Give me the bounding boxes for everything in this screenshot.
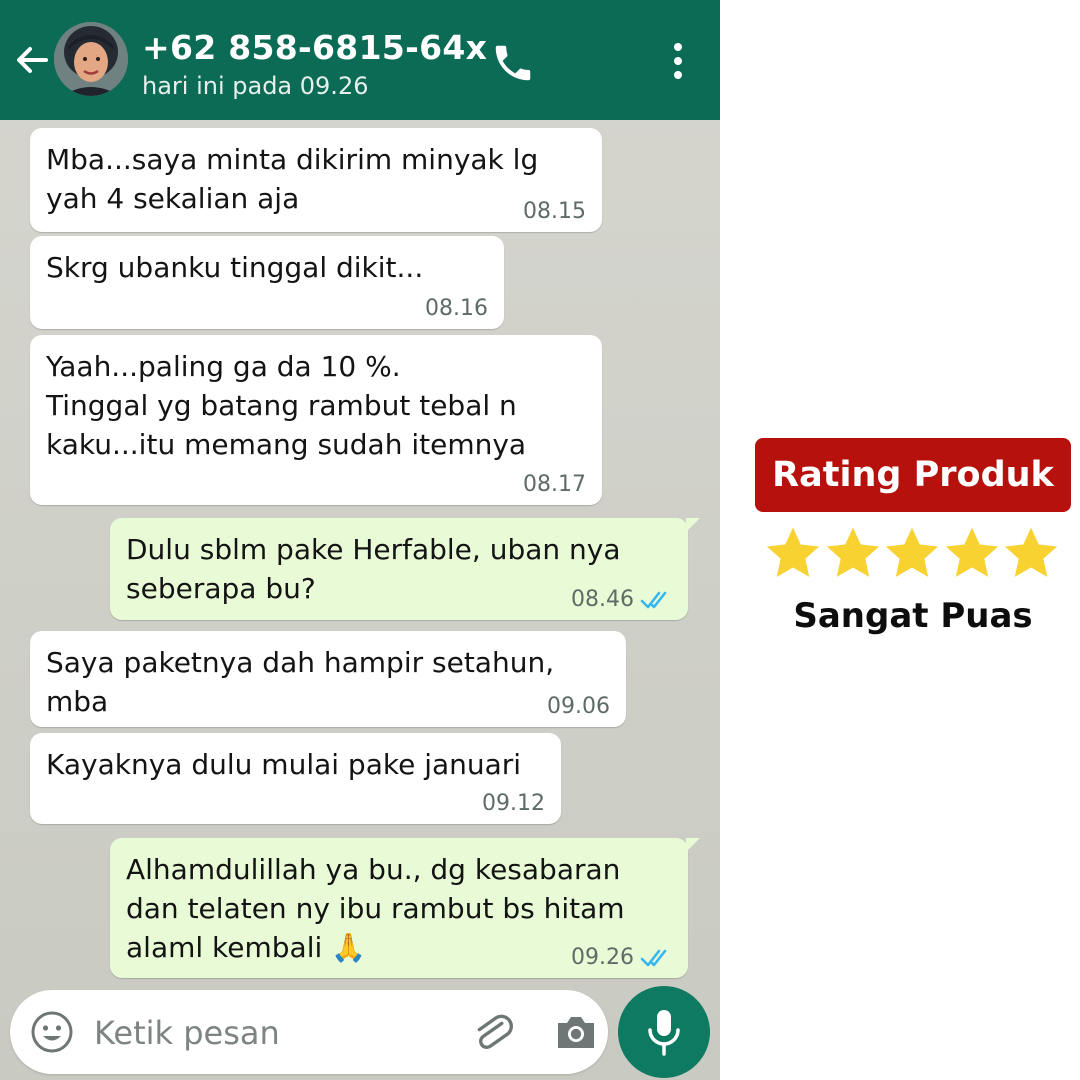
more-options-icon[interactable] (662, 40, 694, 82)
bubble-tail (686, 838, 700, 852)
phone-call-icon[interactable] (490, 40, 536, 86)
contact-avatar[interactable] (54, 22, 128, 96)
incoming-message[interactable]: Skrg ubanku tinggal dikit... 08.16 (30, 236, 504, 329)
rating-title: Rating Produk (772, 455, 1054, 495)
message-time: 08.15 (523, 199, 586, 224)
message-time: 08.16 (425, 296, 488, 321)
back-arrow-icon[interactable] (12, 40, 52, 80)
voice-record-button[interactable] (618, 986, 710, 1078)
camera-icon[interactable] (554, 1012, 598, 1052)
incoming-message[interactable]: Mba...saya minta dikirim minyak lg yah 4… (30, 128, 602, 232)
message-time: 08.46 (571, 587, 672, 612)
message-text: Yaah...paling ga da 10 %. Tinggal yg bat… (46, 350, 527, 461)
incoming-message[interactable]: Yaah...paling ga da 10 %. Tinggal yg bat… (30, 335, 602, 505)
attachment-icon[interactable] (470, 1010, 516, 1056)
bubble-tail (686, 518, 700, 532)
star-icon (766, 527, 820, 577)
message-time: 09.12 (482, 791, 545, 816)
read-ticks-icon (640, 949, 667, 966)
star-icon (1004, 527, 1058, 577)
message-text: Saya paketnya dah hampir setahun, mba (46, 646, 555, 718)
emoji-icon[interactable] (30, 1010, 74, 1054)
chat-header: +62 858-6815-64x hari ini pada 09.26 (0, 0, 720, 120)
last-seen-status: hari ini pada 09.26 (142, 72, 369, 100)
incoming-message[interactable]: Kayaknya dulu mulai pake januari 09.12 (30, 733, 561, 824)
message-text: Mba...saya minta dikirim minyak lg yah 4… (46, 143, 539, 215)
message-text: Skrg ubanku tinggal dikit... (46, 251, 424, 284)
message-time: 09.26 (571, 945, 672, 970)
rating-badge: Rating Produk (755, 438, 1071, 512)
read-ticks-icon (640, 591, 667, 608)
microphone-icon (648, 1010, 680, 1056)
outgoing-message[interactable]: Alhamdulillah ya bu., dg kesabaran dan t… (110, 838, 700, 978)
message-input[interactable] (92, 1008, 446, 1058)
star-icon (826, 527, 879, 577)
message-text: Kayaknya dulu mulai pake januari (46, 748, 522, 781)
message-composer (10, 990, 608, 1074)
chat-screen: +62 858-6815-64x hari ini pada 09.26 Mba… (0, 0, 720, 1080)
incoming-message[interactable]: Saya paketnya dah hampir setahun, mba 09… (30, 631, 626, 727)
message-time: 09.06 (547, 694, 610, 719)
rating-label: Sangat Puas (793, 596, 1033, 636)
star-icon (945, 527, 998, 577)
contact-name[interactable]: +62 858-6815-64x (142, 28, 487, 67)
message-time: 08.17 (523, 472, 586, 497)
star-icon (885, 527, 939, 577)
star-rating (764, 524, 1060, 588)
outgoing-message[interactable]: Dulu sblm pake Herfable, uban nya sebera… (110, 518, 700, 620)
